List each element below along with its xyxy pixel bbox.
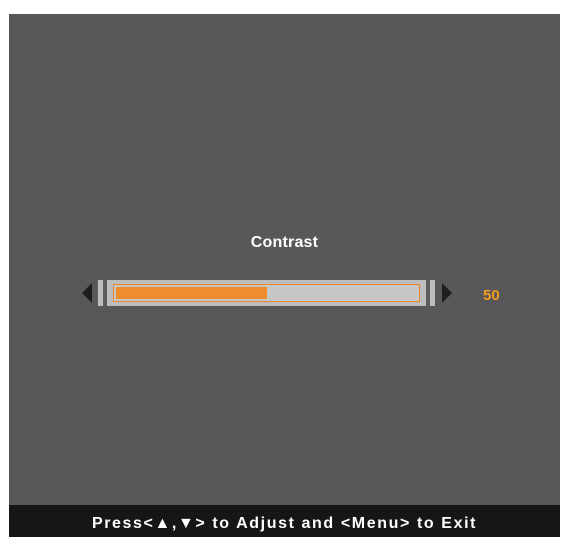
slider-left-cap xyxy=(103,280,107,306)
setting-value: 50 xyxy=(483,287,500,304)
help-text: Press<▲,▼> to Adjust and <Menu> to Exit xyxy=(91,515,478,532)
slider-fill xyxy=(116,287,267,299)
slider-right-cap xyxy=(426,280,430,306)
slider-track[interactable] xyxy=(113,284,420,302)
setting-title: Contrast xyxy=(250,234,319,251)
decrease-arrow-icon[interactable] xyxy=(82,283,92,303)
help-bar: Press<▲,▼> to Adjust and <Menu> to Exit xyxy=(9,505,560,537)
contrast-slider[interactable] xyxy=(98,280,435,306)
increase-arrow-icon[interactable] xyxy=(442,283,452,303)
osd-panel: Contrast 50 Press<▲,▼> to Adjust and <Me… xyxy=(9,14,560,537)
